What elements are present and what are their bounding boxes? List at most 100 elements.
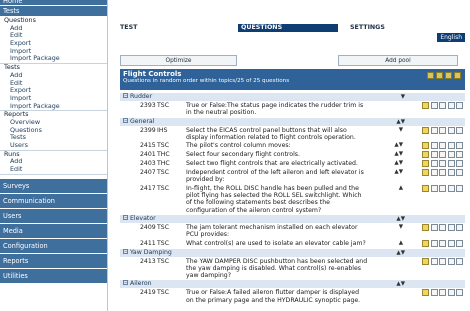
- preview-icon[interactable]: [430, 142, 438, 150]
- question-text[interactable]: Select the EICAS control panel buttons t…: [186, 127, 368, 142]
- copy-icon[interactable]: [439, 257, 446, 265]
- delete-icon[interactable]: [456, 289, 463, 297]
- sidebar-item[interactable]: Add: [2, 25, 107, 33]
- question-text[interactable]: In-flight, the ROLL DISC handle has been…: [186, 185, 368, 214]
- reorder-arrows-icon[interactable]: ▲▼: [394, 169, 403, 176]
- tab-questions[interactable]: QUESTIONS: [238, 24, 338, 32]
- sidebar-item[interactable]: Import: [2, 48, 107, 56]
- preview-icon[interactable]: [430, 102, 438, 109]
- question-text[interactable]: True or False:A failed aileron flutter d…: [186, 289, 368, 304]
- move-icon[interactable]: [447, 151, 455, 159]
- sidebar-item[interactable]: Edit: [2, 166, 107, 174]
- move-icon[interactable]: [447, 169, 455, 177]
- reorder-arrows-icon[interactable]: ▲▼: [396, 118, 405, 126]
- move-icon[interactable]: [447, 160, 455, 168]
- sidebar-section-surveys[interactable]: Surveys: [0, 178, 107, 194]
- reorder-arrows-icon[interactable]: ▼: [399, 127, 403, 134]
- preview-icon[interactable]: [430, 223, 438, 231]
- question-text[interactable]: The pilot's control column moves:: [186, 142, 368, 149]
- copy-icon[interactable]: [439, 160, 446, 168]
- add-pool-button[interactable]: Add pool: [338, 55, 458, 66]
- copy-icon[interactable]: [439, 142, 446, 150]
- delete-icon[interactable]: [456, 160, 463, 168]
- question-text[interactable]: True or False:The status page indicates …: [186, 102, 368, 117]
- preview-icon[interactable]: [430, 184, 438, 192]
- copy-icon[interactable]: [439, 184, 446, 192]
- copy-icon[interactable]: [439, 289, 446, 297]
- tab-settings[interactable]: SETTINGS: [350, 24, 385, 32]
- reorder-arrows-icon[interactable]: ▲▼: [396, 215, 405, 223]
- preview-icon[interactable]: [430, 169, 438, 177]
- edit-icon[interactable]: [422, 169, 429, 177]
- sidebar-item[interactable]: Edit: [2, 80, 107, 88]
- edit-icon[interactable]: [422, 257, 429, 265]
- sidebar-section-users[interactable]: Users: [0, 208, 107, 224]
- sidebar-item[interactable]: Questions: [2, 127, 107, 135]
- reorder-arrows-icon[interactable]: ▲▼: [394, 160, 403, 167]
- move-icon[interactable]: [447, 239, 455, 247]
- reorder-arrows-icon[interactable]: ▼: [401, 93, 405, 101]
- collapse-toggle-icon[interactable]: −: [123, 117, 128, 123]
- delete-icon[interactable]: [456, 142, 463, 150]
- move-icon[interactable]: [447, 257, 455, 265]
- copy-icon[interactable]: [439, 239, 446, 247]
- copy-icon[interactable]: [439, 126, 446, 134]
- preview-icon[interactable]: [430, 160, 438, 168]
- question-text[interactable]: What control(s) are used to isolate an e…: [186, 240, 368, 247]
- sidebar-item[interactable]: Add: [2, 158, 107, 166]
- delete-icon[interactable]: [456, 102, 463, 109]
- move-icon[interactable]: [447, 184, 455, 192]
- reorder-arrows-icon[interactable]: ▲▼: [394, 151, 403, 158]
- edit-section-icon[interactable]: [427, 72, 434, 79]
- edit-icon[interactable]: [422, 151, 429, 159]
- sidebar-item[interactable]: Import Package: [2, 55, 107, 63]
- delete-icon[interactable]: [456, 184, 463, 192]
- sidebar-section-configuration[interactable]: Configuration: [0, 238, 107, 254]
- edit-icon[interactable]: [422, 102, 429, 109]
- reorder-arrows-icon[interactable]: ▼: [399, 224, 403, 231]
- preview-icon[interactable]: [430, 151, 438, 159]
- edit-icon[interactable]: [422, 126, 429, 134]
- sidebar-section-communication[interactable]: Communication: [0, 193, 107, 209]
- edit-icon[interactable]: [422, 289, 429, 297]
- reorder-arrows-icon[interactable]: ▲▼: [394, 142, 403, 149]
- sidebar-group-title[interactable]: Reports: [2, 111, 107, 119]
- collapse-toggle-icon[interactable]: −: [123, 93, 128, 98]
- reorder-arrows-icon[interactable]: ▲: [399, 185, 403, 192]
- sidebar-section-media[interactable]: Media: [0, 223, 107, 239]
- reorder-arrows-icon[interactable]: ▲▼: [396, 249, 405, 257]
- sidebar-group-title[interactable]: Tests: [2, 64, 107, 72]
- delete-icon[interactable]: [456, 239, 463, 247]
- question-text[interactable]: The YAW DAMPER DISC pushbutton has been …: [186, 258, 368, 280]
- move-icon[interactable]: [447, 102, 455, 109]
- move-icon[interactable]: [447, 289, 455, 297]
- copy-icon[interactable]: [439, 223, 446, 231]
- sidebar-item[interactable]: Overview: [2, 119, 107, 127]
- settings-icon[interactable]: [445, 72, 452, 79]
- move-icon[interactable]: [447, 142, 455, 150]
- sidebar-tests-header[interactable]: Tests: [0, 6, 107, 17]
- reorder-arrows-icon[interactable]: ▲▼: [396, 280, 405, 288]
- sidebar-section-utilities[interactable]: Utilities: [0, 268, 107, 284]
- collapse-toggle-icon[interactable]: −: [123, 248, 128, 254]
- stats-icon[interactable]: [436, 72, 443, 79]
- sidebar-item[interactable]: Add: [2, 72, 107, 80]
- sidebar-group-title[interactable]: Runs: [2, 151, 107, 159]
- preview-icon[interactable]: [430, 257, 438, 265]
- sidebar-item[interactable]: Users: [2, 142, 107, 150]
- sidebar-section-reports[interactable]: Reports: [0, 253, 107, 269]
- copy-icon[interactable]: [439, 169, 446, 177]
- preview-icon[interactable]: [430, 126, 438, 134]
- sidebar-item[interactable]: Export: [2, 87, 107, 95]
- edit-icon[interactable]: [422, 160, 429, 168]
- tab-test[interactable]: TEST: [120, 24, 137, 32]
- question-text[interactable]: Select two flight controls that are elec…: [186, 160, 368, 167]
- move-icon[interactable]: [447, 126, 455, 134]
- language-selector[interactable]: English: [437, 33, 465, 42]
- delete-icon[interactable]: [456, 169, 463, 177]
- sidebar-item[interactable]: Edit: [2, 32, 107, 40]
- edit-icon[interactable]: [422, 223, 429, 231]
- edit-icon[interactable]: [422, 184, 429, 192]
- reorder-arrows-icon[interactable]: ▲: [399, 240, 403, 247]
- sidebar-item[interactable]: Export: [2, 40, 107, 48]
